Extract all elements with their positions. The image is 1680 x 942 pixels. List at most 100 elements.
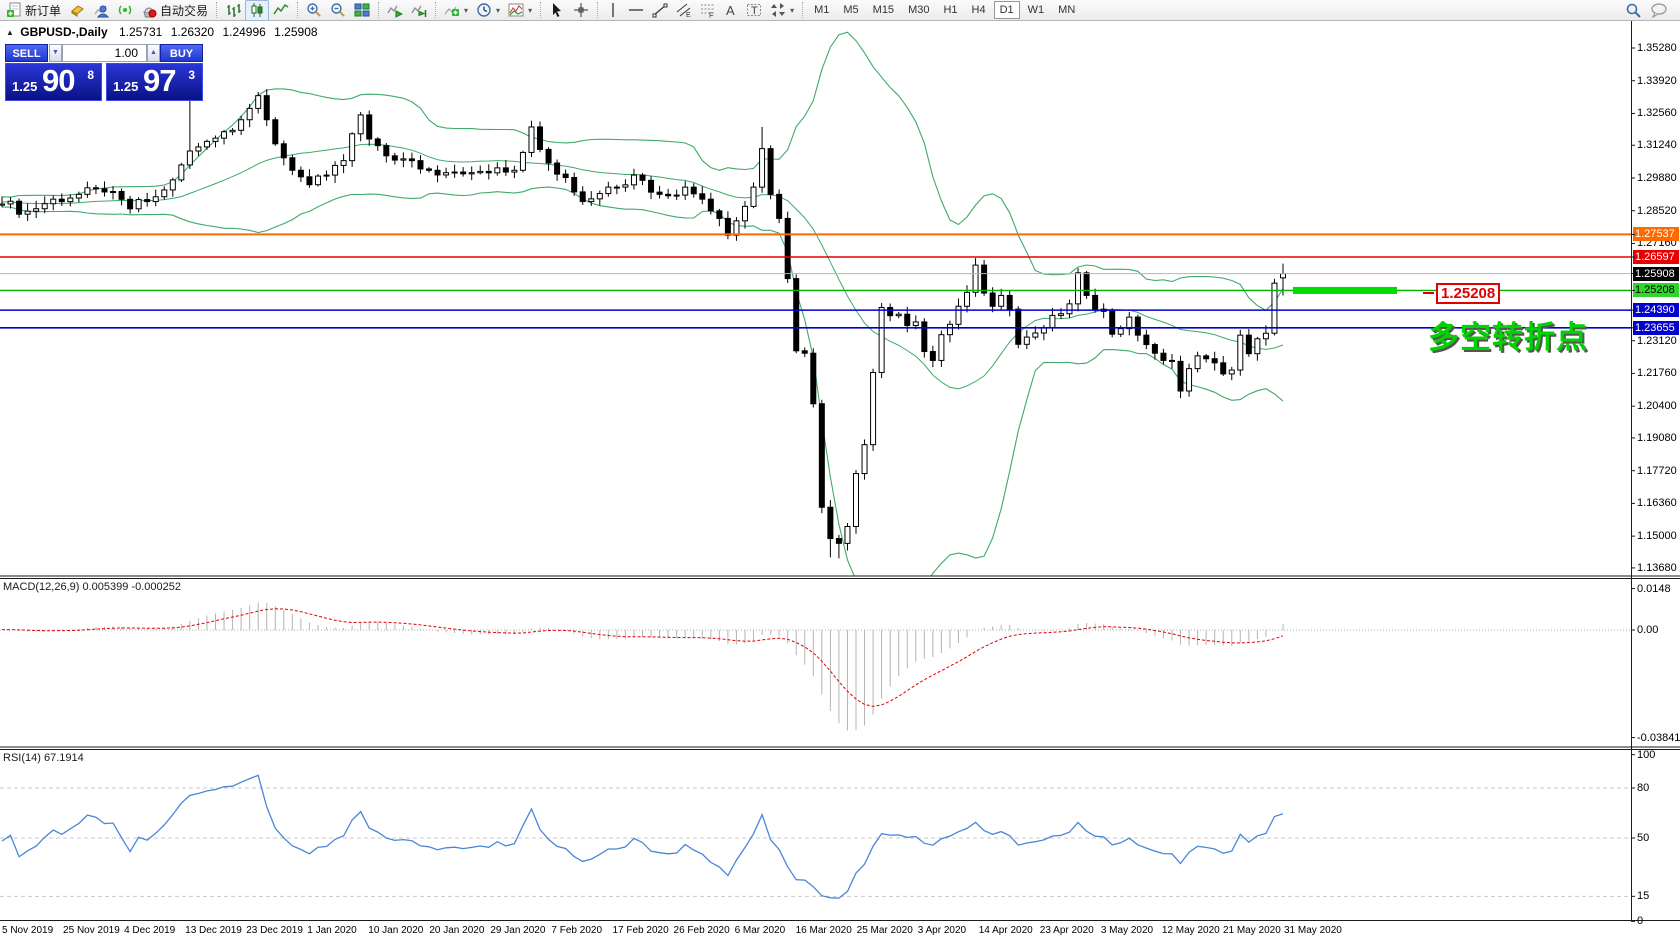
collapse-arrow-icon[interactable]: ▲ bbox=[6, 28, 14, 37]
search-button[interactable] bbox=[1621, 0, 1646, 21]
zoom-out-icon bbox=[330, 2, 346, 18]
annotation-price-label[interactable]: 1.25208 bbox=[1436, 283, 1500, 304]
buy-price-prefix: 1.25 bbox=[113, 79, 138, 94]
text-label-button[interactable]: T bbox=[742, 0, 766, 21]
timeframe-button-M5[interactable]: M5 bbox=[837, 1, 864, 19]
highlight-bar[interactable] bbox=[1293, 287, 1397, 294]
chart-line-button[interactable] bbox=[269, 0, 293, 21]
new-order-label: 新订单 bbox=[25, 2, 61, 19]
indicators-icon bbox=[444, 2, 460, 18]
timeframe-button-M1[interactable]: M1 bbox=[808, 1, 835, 19]
bar-chart-icon bbox=[225, 2, 241, 18]
toolbar-separator bbox=[597, 2, 598, 18]
chart-shift-button[interactable] bbox=[407, 0, 431, 21]
trendline-icon bbox=[652, 2, 668, 18]
buy-button[interactable]: BUY bbox=[160, 44, 203, 62]
zoom-out-button[interactable] bbox=[326, 0, 350, 21]
zoom-in-button[interactable] bbox=[302, 0, 326, 21]
timeframe-button-M15[interactable]: M15 bbox=[867, 1, 900, 19]
arrows-icon bbox=[770, 2, 786, 18]
market-watch-icon bbox=[69, 2, 85, 18]
auto-trading-label: 自动交易 bbox=[160, 2, 208, 19]
chart-bars-button[interactable] bbox=[221, 0, 245, 21]
new-order-icon bbox=[6, 2, 22, 18]
timeframe-button-D1[interactable]: D1 bbox=[994, 1, 1020, 19]
chart-shift-icon bbox=[411, 2, 427, 18]
svg-text:F: F bbox=[709, 11, 714, 19]
toolbar: 新订单 自动交易 bbox=[0, 0, 1680, 21]
rsi-line bbox=[2, 775, 1283, 898]
toolbar-separator bbox=[216, 2, 217, 18]
indicators-button[interactable] bbox=[440, 0, 472, 21]
main-pane bbox=[0, 32, 1286, 596]
timeframe-button-MN[interactable]: MN bbox=[1052, 1, 1081, 19]
toolbar-separator bbox=[435, 2, 436, 18]
chart-header: ▲ GBPUSD-,Daily 1.25731 1.26320 1.24996 … bbox=[6, 25, 318, 39]
chat-icon bbox=[1650, 2, 1668, 18]
timeframe-button-W1[interactable]: W1 bbox=[1022, 1, 1051, 19]
vertical-line-button[interactable] bbox=[602, 0, 624, 21]
auto-scroll-icon bbox=[387, 2, 403, 18]
ohlc-open: 1.25731 bbox=[119, 25, 162, 39]
annotation-text[interactable]: 多空转折点 bbox=[1428, 312, 1588, 357]
sell-price-sup: 8 bbox=[87, 68, 94, 82]
fibonacci-button[interactable]: F bbox=[696, 0, 720, 21]
svg-text:T: T bbox=[751, 5, 758, 17]
search-icon bbox=[1625, 2, 1642, 19]
auto-trading-icon bbox=[141, 2, 157, 18]
buy-price-box[interactable]: 1.25 97 3 bbox=[106, 63, 203, 101]
clock-icon bbox=[476, 2, 492, 18]
toolbar-separator bbox=[802, 2, 803, 18]
sell-price-big: 90 bbox=[42, 63, 74, 99]
tile-windows-button[interactable] bbox=[350, 0, 374, 21]
chart-plot[interactable] bbox=[0, 0, 1680, 942]
sell-price-box[interactable]: 1.25 90 8 bbox=[5, 63, 102, 101]
timeframe-button-M30[interactable]: M30 bbox=[902, 1, 935, 19]
macd-histogram bbox=[2, 603, 1283, 731]
trendline-button[interactable] bbox=[648, 0, 672, 21]
profile-button[interactable] bbox=[89, 0, 113, 21]
toolbar-separator bbox=[297, 2, 298, 18]
auto-trading-button[interactable]: 自动交易 bbox=[137, 0, 212, 21]
volume-input[interactable]: 1.00 bbox=[62, 44, 147, 62]
text-icon: A bbox=[724, 2, 738, 18]
chart-candles-button[interactable] bbox=[245, 0, 269, 21]
fibonacci-icon: F bbox=[700, 2, 716, 18]
cursor-icon bbox=[549, 2, 565, 18]
timeframe-group: M1M5M15M30H1H4D1W1MN bbox=[807, 1, 1082, 19]
timeframe-button-H1[interactable]: H1 bbox=[937, 1, 963, 19]
templates-button[interactable] bbox=[504, 0, 536, 21]
periods-button[interactable] bbox=[472, 0, 504, 21]
one-click-trading-panel: SELL ▼ 1.00 ▲ BUY 1.25 90 8 1.25 97 3 bbox=[5, 44, 203, 101]
text-button[interactable]: A bbox=[720, 0, 742, 21]
rsi-label: RSI(14) 67.1914 bbox=[3, 752, 84, 764]
equidistant-channel-button[interactable]: E bbox=[672, 0, 696, 21]
signals-button[interactable] bbox=[113, 0, 137, 21]
buy-price-sup: 3 bbox=[188, 68, 195, 82]
macd-signal-line bbox=[2, 609, 1283, 707]
volume-up-button[interactable]: ▲ bbox=[147, 44, 160, 62]
timeframe-button-H4[interactable]: H4 bbox=[966, 1, 992, 19]
signals-icon bbox=[117, 2, 133, 18]
macd-label: MACD(12,26,9) 0.005399 -0.000252 bbox=[3, 581, 181, 593]
auto-scroll-button[interactable] bbox=[383, 0, 407, 21]
horizontal-line-button[interactable] bbox=[624, 0, 648, 21]
arrows-button[interactable] bbox=[766, 0, 798, 21]
candles-layer bbox=[0, 89, 1286, 558]
buy-price-big: 97 bbox=[143, 63, 175, 99]
sell-button[interactable]: SELL bbox=[5, 44, 48, 62]
equidistant-channel-icon: E bbox=[676, 2, 692, 18]
annotation-connector bbox=[1423, 292, 1434, 294]
new-order-button[interactable]: 新订单 bbox=[2, 0, 65, 21]
market-watch-button[interactable] bbox=[65, 0, 89, 21]
chat-button[interactable] bbox=[1646, 0, 1672, 21]
line-chart-icon bbox=[273, 2, 289, 18]
ohlc-low: 1.24996 bbox=[222, 25, 265, 39]
crosshair-button[interactable] bbox=[569, 0, 593, 21]
symbol-title: GBPUSD-,Daily bbox=[20, 25, 107, 39]
volume-down-button[interactable]: ▼ bbox=[49, 44, 62, 62]
profile-icon bbox=[93, 2, 109, 18]
cursor-button[interactable] bbox=[545, 0, 569, 21]
macd-pane bbox=[0, 603, 1631, 731]
tile-windows-icon bbox=[354, 2, 370, 18]
